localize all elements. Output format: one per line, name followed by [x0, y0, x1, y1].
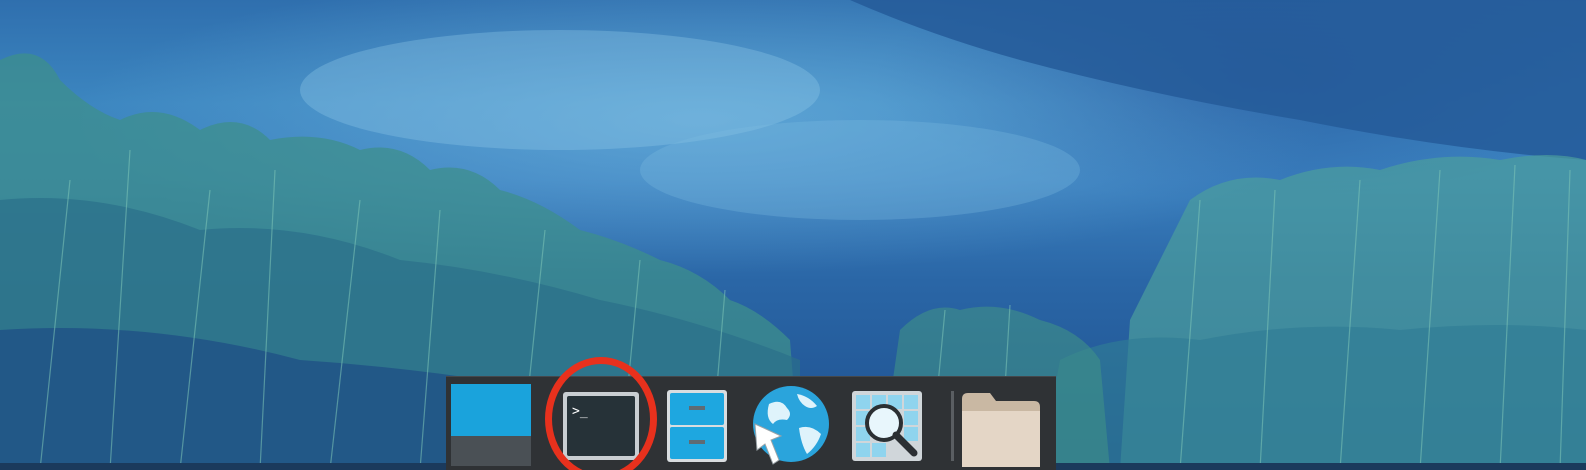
globe-cursor-icon [753, 386, 829, 465]
dock-item-home-folder[interactable] [958, 383, 1044, 469]
dock-item-terminal[interactable]: >_ [558, 383, 644, 469]
dock-item-show-desktop[interactable] [448, 383, 534, 469]
terminal-icon: >_ [563, 392, 639, 460]
dock-item-app-finder[interactable] [844, 383, 930, 469]
file-cabinet-icon [667, 390, 727, 462]
dock-item-web-browser[interactable] [746, 383, 832, 469]
magnifier-grid-icon [852, 391, 922, 461]
dock: >_ [446, 376, 1056, 470]
show-desktop-icon [451, 384, 531, 466]
terminal-prompt: >_ [572, 404, 588, 419]
folder-icon [962, 393, 1040, 467]
desktop: >_ [0, 0, 1586, 470]
dock-item-file-manager[interactable] [654, 383, 740, 469]
dock-separator [951, 391, 954, 461]
